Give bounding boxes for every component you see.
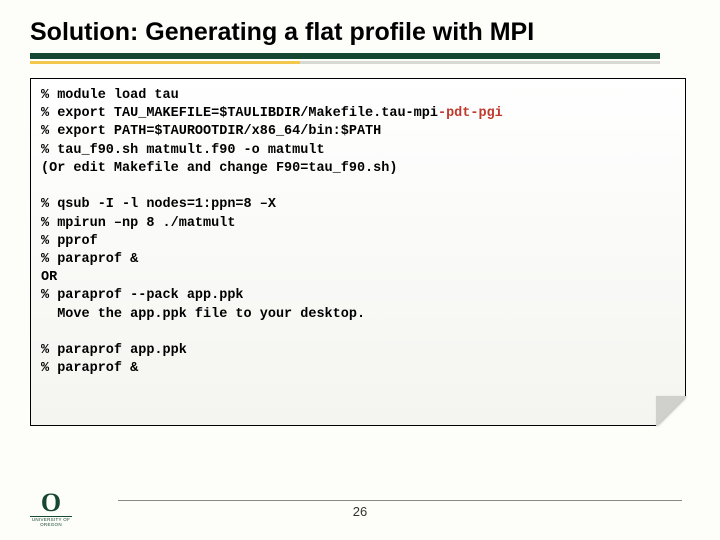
code-highlight: -pdt-pgi <box>438 106 503 121</box>
rule-gold <box>30 61 300 64</box>
code-line: % module load tau <box>41 88 179 103</box>
slide: Solution: Generating a flat profile with… <box>0 0 720 540</box>
code-line: Move the app.ppk file to your desktop. <box>41 307 365 322</box>
page-number: 26 <box>340 504 380 519</box>
code-line: % qsub -I -l nodes=1:ppn=8 –X <box>41 197 276 212</box>
uo-logo: O UNIVERSITY OF OREGON <box>30 493 72 528</box>
code-line: (Or edit Makefile and change F90=tau_f90… <box>41 161 397 176</box>
code-line: % tau_f90.sh matmult.f90 -o matmult <box>41 143 325 158</box>
page-curl-icon <box>656 396 686 426</box>
code-line: % export TAU_MAKEFILE=$TAULIBDIR/Makefil… <box>41 106 438 121</box>
code-line: % pprof <box>41 234 98 249</box>
code-line: OR <box>41 270 57 285</box>
code-box: % module load tau % export TAU_MAKEFILE=… <box>30 78 686 426</box>
logo-subtext: UNIVERSITY OF OREGON <box>30 516 72 528</box>
code-line: % mpirun –np 8 ./matmult <box>41 216 235 231</box>
logo-o-glyph: O <box>30 493 72 514</box>
code-line: % paraprof & <box>41 252 138 267</box>
code-line: % paraprof --pack app.ppk <box>41 288 244 303</box>
code-line: % paraprof & <box>41 361 138 376</box>
footer-rule <box>118 500 682 501</box>
code-line: % paraprof app.ppk <box>41 343 187 358</box>
rule-green <box>30 53 660 59</box>
page-title: Solution: Generating a flat profile with… <box>30 18 692 47</box>
code-line: % export PATH=$TAUROOTDIR/x86_64/bin:$PA… <box>41 124 381 139</box>
title-rule <box>30 53 692 64</box>
footer: O UNIVERSITY OF OREGON 26 <box>28 486 692 530</box>
